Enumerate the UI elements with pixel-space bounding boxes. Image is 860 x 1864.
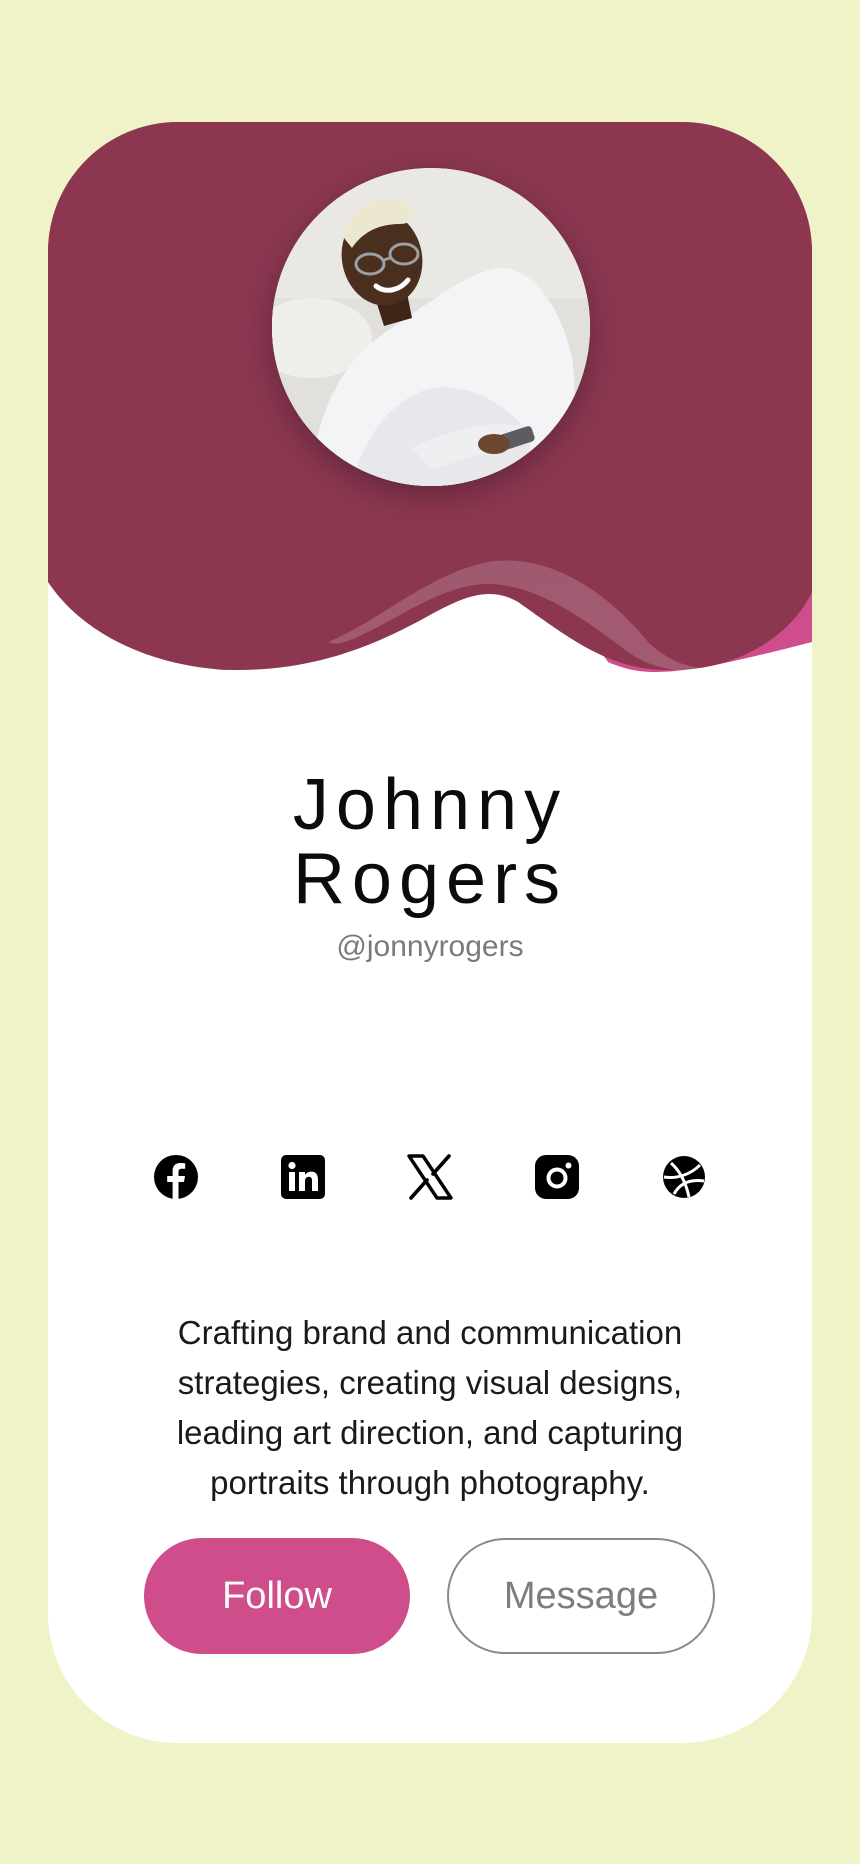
- first-name: Johnny: [292, 765, 568, 845]
- x-link[interactable]: [406, 1153, 454, 1201]
- social-links: [152, 1153, 708, 1201]
- follow-button[interactable]: Follow: [144, 1538, 410, 1654]
- facebook-icon: [154, 1155, 198, 1199]
- linkedin-icon: [281, 1155, 325, 1199]
- facebook-link[interactable]: [152, 1153, 200, 1201]
- last-name: Rogers: [292, 839, 568, 919]
- instagram-icon: [535, 1155, 579, 1199]
- avatar-photo: [272, 168, 590, 486]
- message-button[interactable]: Message: [447, 1538, 715, 1654]
- profile-handle: @jonnyrogers: [336, 930, 524, 963]
- dribbble-link[interactable]: [660, 1153, 708, 1201]
- x-icon: [407, 1154, 453, 1200]
- profile-header: [48, 122, 812, 682]
- profile-name: Johnny Rogers: [48, 768, 812, 916]
- profile-card: Johnny Rogers @jonnyrogers Crafting bran…: [48, 122, 812, 1743]
- dribbble-icon: [663, 1156, 705, 1198]
- avatar: [272, 168, 590, 486]
- linkedin-link[interactable]: [279, 1153, 327, 1201]
- instagram-link[interactable]: [533, 1153, 581, 1201]
- profile-bio: Crafting brand and communication strateg…: [176, 1314, 684, 1501]
